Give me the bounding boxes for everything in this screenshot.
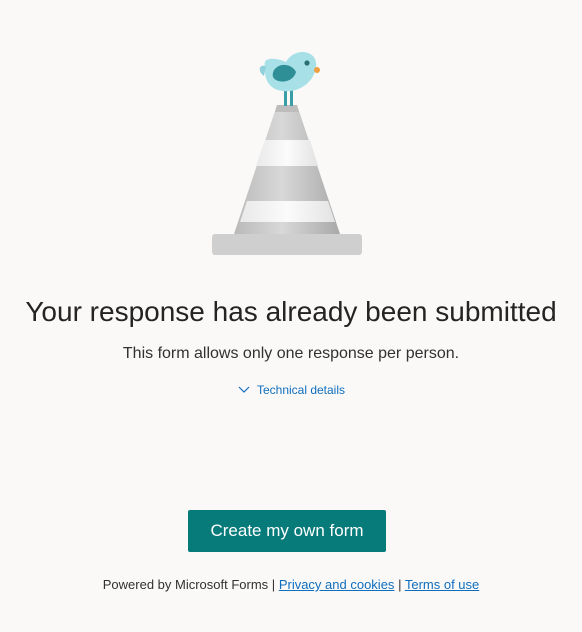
technical-details-label: Technical details (256, 383, 346, 397)
illustration-area (0, 0, 582, 270)
terms-of-use-link[interactable]: Terms of use (405, 577, 479, 592)
technical-details-toggle[interactable]: Technical details (0, 382, 582, 398)
bird-on-traffic-cone-icon (212, 52, 362, 255)
powered-by-text: Powered by Microsoft Forms (102, 577, 269, 592)
chevron-down-icon (237, 383, 251, 397)
message-subtitle: This form allows only one response per p… (122, 345, 460, 362)
footer: Powered by Microsoft Forms | Privacy and… (0, 576, 582, 594)
page-title: Your response has already been submitted (25, 296, 557, 327)
create-my-own-form-button[interactable]: Create my own form (188, 510, 386, 552)
footer-separator: | (398, 577, 402, 592)
footer-separator: | (271, 577, 276, 592)
privacy-cookies-link[interactable]: Privacy and cookies (279, 577, 395, 592)
